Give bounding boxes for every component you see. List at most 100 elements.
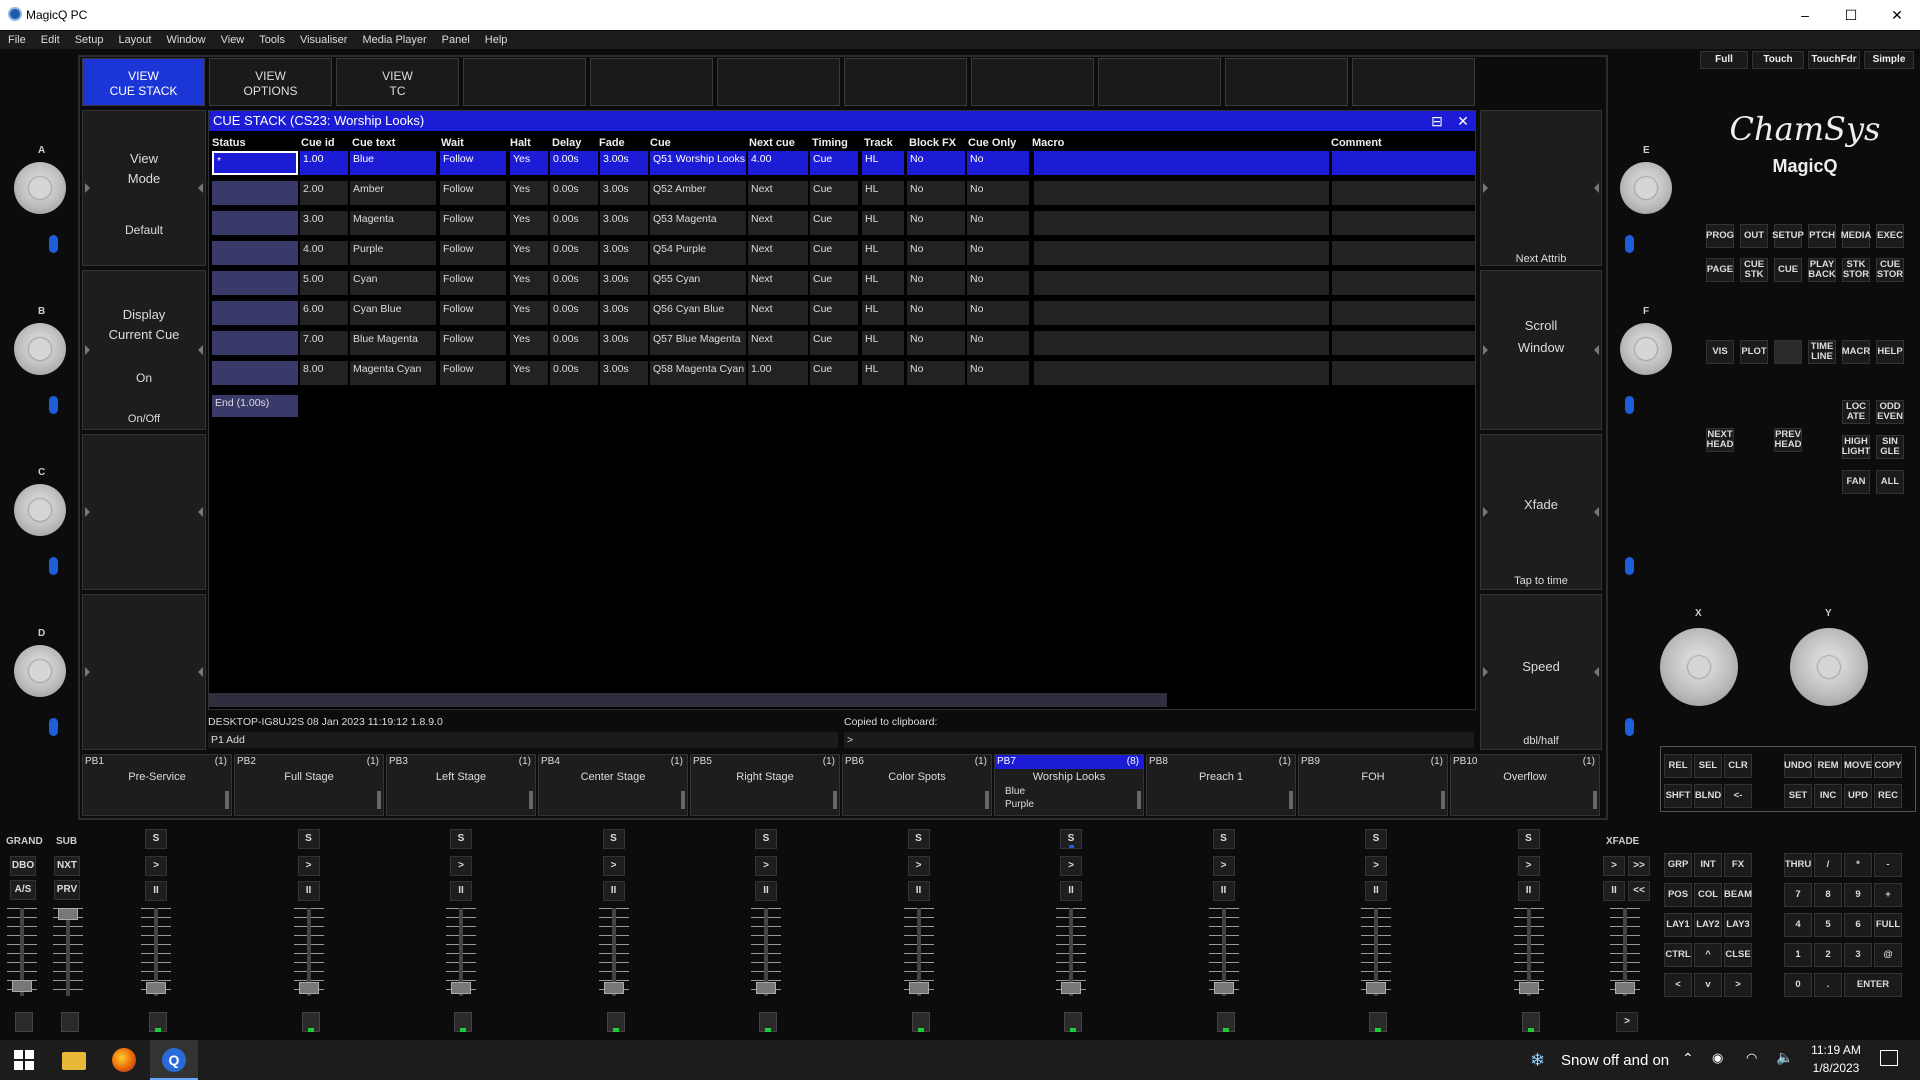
wifi-icon[interactable]: ◠ xyxy=(1746,1050,1757,1066)
notification-icon[interactable] xyxy=(1880,1050,1898,1066)
cue-cell[interactable]: Cyan Blue xyxy=(350,301,436,325)
cue-cell[interactable]: No xyxy=(967,331,1029,355)
exec-key[interactable]: VIS xyxy=(1706,340,1734,364)
menu-view[interactable]: View xyxy=(221,31,245,49)
cue-cell[interactable] xyxy=(1332,331,1475,355)
cue-cell[interactable] xyxy=(1034,181,1329,205)
playback-3[interactable]: PB3 (1) Left Stage xyxy=(386,754,536,816)
exec-key[interactable]: EXEC xyxy=(1876,224,1904,248)
keypad-key[interactable]: FX xyxy=(1724,853,1752,877)
cue-cell[interactable]: No xyxy=(967,181,1029,205)
cue-cell[interactable]: 1.00 xyxy=(748,361,808,385)
fader-button[interactable] xyxy=(61,1012,79,1032)
as-button[interactable]: A/S xyxy=(10,880,36,900)
close-button[interactable]: ✕ xyxy=(1874,0,1920,30)
cue-cell[interactable] xyxy=(212,271,298,295)
column-header[interactable]: Cue id xyxy=(301,137,335,149)
cue-cell[interactable]: Cue xyxy=(810,331,858,355)
cue-cell[interactable]: 1.00 xyxy=(300,151,348,175)
cue-cell[interactable]: Cue xyxy=(810,241,858,265)
keypad-key[interactable]: THRU xyxy=(1784,853,1812,877)
playback-fader[interactable] xyxy=(141,908,171,1032)
cue-cell[interactable]: Blue xyxy=(350,151,436,175)
keypad-key[interactable]: 5 xyxy=(1814,913,1842,937)
cue-cell[interactable]: 3.00s xyxy=(600,151,648,175)
cue-cell[interactable]: Next xyxy=(748,271,808,295)
cue-cell[interactable]: HL xyxy=(862,301,904,325)
edit-key[interactable]: SHFT xyxy=(1664,784,1692,808)
cue-cell[interactable]: No xyxy=(907,271,965,295)
nxt-button[interactable]: NXT xyxy=(54,856,80,876)
keypad-key[interactable]: 6 xyxy=(1844,913,1872,937)
cue-cell[interactable]: HL xyxy=(862,271,904,295)
edit-key[interactable]: COPY xyxy=(1874,754,1902,778)
fan-key[interactable]: FAN xyxy=(1842,470,1870,494)
cue-cell[interactable]: Cue xyxy=(810,301,858,325)
go-button[interactable]: > xyxy=(145,856,167,876)
keypad-key[interactable]: 2 xyxy=(1814,943,1842,967)
fader-cap[interactable] xyxy=(12,980,32,992)
cue-cell[interactable]: 0.00s xyxy=(550,301,598,325)
edit-key[interactable]: UPD xyxy=(1844,784,1872,808)
chevron-up-icon[interactable]: ⌃ xyxy=(1682,1050,1694,1067)
cue-cell[interactable]: Q51 Worship Looks xyxy=(650,151,746,175)
cue-cell[interactable]: Cue xyxy=(810,271,858,295)
keypad-key[interactable]: * xyxy=(1844,853,1872,877)
keypad-key[interactable]: > xyxy=(1724,973,1752,997)
file-explorer-icon[interactable] xyxy=(62,1052,86,1070)
cue-cell[interactable] xyxy=(1034,361,1329,385)
fader-cap[interactable] xyxy=(1061,982,1081,994)
column-header[interactable]: Wait xyxy=(441,137,464,149)
exec-key[interactable]: CUE STOR xyxy=(1876,258,1904,282)
dbo-button[interactable]: DBO xyxy=(10,856,36,876)
cue-cell[interactable]: Amber xyxy=(350,181,436,205)
pause-button[interactable]: II xyxy=(145,881,167,901)
exec-key[interactable] xyxy=(1774,340,1802,364)
keypad-key[interactable]: POS xyxy=(1664,883,1692,907)
cue-cell[interactable] xyxy=(1034,151,1329,175)
cue-cell[interactable]: Magenta xyxy=(350,211,436,235)
cue-cell[interactable]: Cyan xyxy=(350,271,436,295)
s-button[interactable]: S xyxy=(1365,829,1387,849)
keypad-key[interactable]: LAY2 xyxy=(1694,913,1722,937)
fader-cap[interactable] xyxy=(58,908,78,920)
pause-button[interactable]: II xyxy=(1212,881,1235,901)
top-button-6[interactable] xyxy=(717,58,840,106)
cue-cell[interactable]: No xyxy=(907,241,965,265)
cue-cell[interactable] xyxy=(1332,181,1475,205)
exec-key[interactable]: MACR xyxy=(1842,340,1870,364)
cue-cell[interactable]: 3.00s xyxy=(600,211,648,235)
go-button[interactable]: > xyxy=(1517,856,1540,876)
cue-cell[interactable]: 4.00 xyxy=(748,151,808,175)
volume-icon[interactable]: 🔈 xyxy=(1776,1049,1793,1066)
column-header[interactable]: Delay xyxy=(552,137,581,149)
go-button[interactable]: > xyxy=(450,856,472,876)
menu-edit[interactable]: Edit xyxy=(41,31,60,49)
cue-cell[interactable] xyxy=(212,331,298,355)
cue-cell[interactable]: 6.00 xyxy=(300,301,348,325)
edit-key[interactable]: REL xyxy=(1664,754,1692,778)
exec-key[interactable]: HELP xyxy=(1876,340,1904,364)
exec-key[interactable]: PAGE xyxy=(1706,258,1734,282)
cue-cell[interactable]: Cue xyxy=(810,181,858,205)
keypad-key[interactable]: 9 xyxy=(1844,883,1872,907)
cue-cell[interactable]: HL xyxy=(862,361,904,385)
playback-6[interactable]: PB6 (1) Color Spots xyxy=(842,754,992,816)
cue-cell[interactable]: No xyxy=(967,211,1029,235)
fader-cap[interactable] xyxy=(756,982,776,994)
cue-cell[interactable]: Q55 Cyan xyxy=(650,271,746,295)
cue-cell[interactable] xyxy=(1332,151,1475,175)
menu-window[interactable]: Window xyxy=(166,31,205,49)
keypad-key[interactable]: 8 xyxy=(1814,883,1842,907)
keypad-key[interactable]: INT xyxy=(1694,853,1722,877)
fader-cap[interactable] xyxy=(603,982,624,994)
column-header[interactable]: Block FX xyxy=(909,137,956,149)
playback-fader[interactable] xyxy=(903,908,934,1032)
clock-time[interactable]: 11:19 AM xyxy=(1806,1043,1866,1057)
column-header[interactable]: Fade xyxy=(599,137,625,149)
s-button[interactable]: S xyxy=(145,829,167,849)
keypad-key[interactable]: v xyxy=(1694,973,1722,997)
cue-cell[interactable]: Magenta Cyan xyxy=(350,361,436,385)
exec-key[interactable]: PLOT xyxy=(1740,340,1768,364)
menu-file[interactable]: File xyxy=(8,31,26,49)
